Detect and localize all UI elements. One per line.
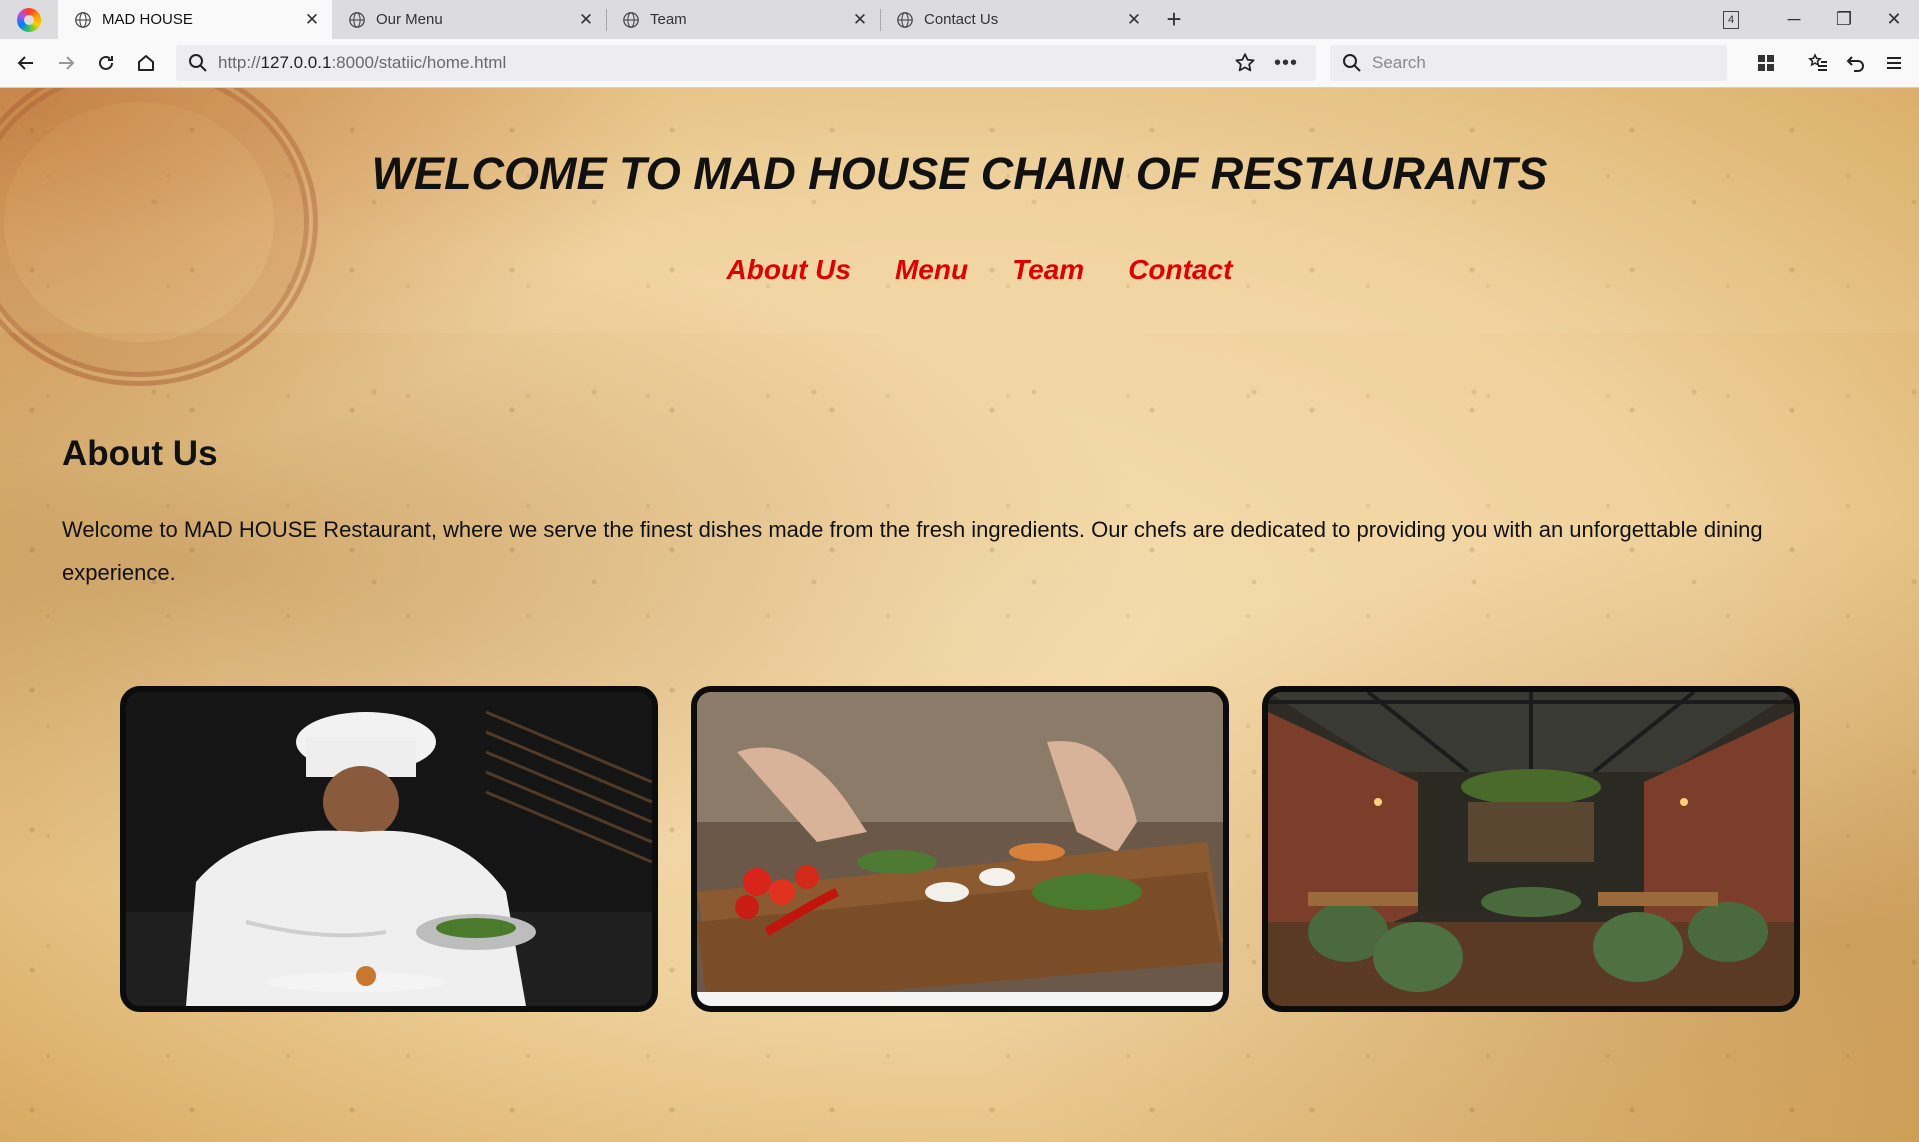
tab-mad-house[interactable]: MAD HOUSE ✕: [58, 0, 332, 39]
toolbar-right: [1747, 39, 1919, 87]
window-controls: 4 ─ ❐ ✕: [1723, 0, 1919, 39]
close-icon[interactable]: ✕: [302, 10, 322, 30]
tab-title: MAD HOUSE: [102, 11, 193, 28]
minimize-icon[interactable]: ─: [1769, 9, 1819, 30]
url-host: 127.0.0.1: [260, 53, 332, 72]
tab-contact-us[interactable]: Contact Us ✕: [880, 0, 1154, 39]
nav-link-contact[interactable]: Contact: [1128, 254, 1232, 286]
tab-title: Contact Us: [924, 11, 999, 28]
url-path: :8000/statiic/home.html: [331, 53, 507, 72]
window-close-icon[interactable]: ✕: [1869, 9, 1919, 30]
menu-icon[interactable]: [1875, 53, 1913, 73]
page-viewport: WELCOME TO MAD HOUSE CHAIN OF RESTAURANT…: [0, 88, 1919, 1142]
tab-team[interactable]: Team ✕: [606, 0, 880, 39]
chef-photo: [120, 686, 658, 1012]
main-nav: About Us Menu Team Contact: [0, 254, 1919, 286]
search-input[interactable]: Search: [1372, 53, 1426, 73]
back-icon[interactable]: [6, 43, 46, 83]
globe-icon: [75, 11, 91, 28]
about-heading: About Us: [62, 434, 218, 473]
site-header: WELCOME TO MAD HOUSE CHAIN OF RESTAURANT…: [0, 88, 1919, 333]
photo-gallery: [120, 686, 1800, 1012]
restore-icon[interactable]: ❐: [1819, 9, 1869, 30]
close-icon[interactable]: ✕: [576, 10, 596, 30]
tab-our-menu[interactable]: Our Menu ✕: [332, 0, 606, 39]
nav-link-about-us[interactable]: About Us: [727, 254, 851, 286]
new-tab-button[interactable]: +: [1154, 0, 1194, 39]
tab-title: Team: [650, 11, 687, 28]
globe-icon: [349, 11, 365, 28]
cooking-photo: [691, 686, 1229, 1012]
reload-icon[interactable]: [86, 43, 126, 83]
dining-room-photo: [1262, 686, 1800, 1012]
url-text[interactable]: http://127.0.0.1:8000/statiic/home.html: [218, 53, 1234, 73]
search-icon: [189, 54, 207, 72]
search-bar[interactable]: Search: [1330, 45, 1727, 81]
close-icon[interactable]: ✕: [850, 10, 870, 30]
page-title-text: WELCOME TO MAD HOUSE CHAIN OF RESTAURANT…: [371, 148, 1548, 199]
url-bar[interactable]: http://127.0.0.1:8000/statiic/home.html …: [176, 45, 1316, 81]
globe-icon: [623, 11, 639, 28]
url-scheme: http://: [218, 53, 261, 72]
library-icon[interactable]: [1747, 53, 1785, 73]
page-actions-icon[interactable]: •••: [1274, 52, 1298, 75]
tab-count-badge[interactable]: 4: [1723, 10, 1739, 29]
tab-strip: MAD HOUSE ✕ Our Menu ✕ Team ✕ Contact Us…: [0, 0, 1919, 39]
bookmark-star-icon[interactable]: [1234, 52, 1256, 74]
globe-icon: [897, 11, 913, 28]
search-icon: [1343, 54, 1361, 72]
close-icon[interactable]: ✕: [1124, 10, 1144, 30]
home-icon[interactable]: [126, 43, 166, 83]
bookmarks-list-icon[interactable]: [1799, 53, 1837, 73]
browser-logo-icon: [0, 0, 58, 39]
tab-title: Our Menu: [376, 11, 443, 28]
nav-link-menu[interactable]: Menu: [895, 254, 968, 286]
navigation-toolbar: http://127.0.0.1:8000/statiic/home.html …: [0, 39, 1919, 88]
about-text: Welcome to MAD HOUSE Restaurant, where w…: [62, 517, 1763, 585]
page-title: WELCOME TO MAD HOUSE CHAIN OF RESTAURANT…: [0, 148, 1919, 200]
forward-icon[interactable]: [46, 43, 86, 83]
undo-icon[interactable]: [1837, 53, 1875, 73]
nav-link-team[interactable]: Team: [1012, 254, 1084, 286]
